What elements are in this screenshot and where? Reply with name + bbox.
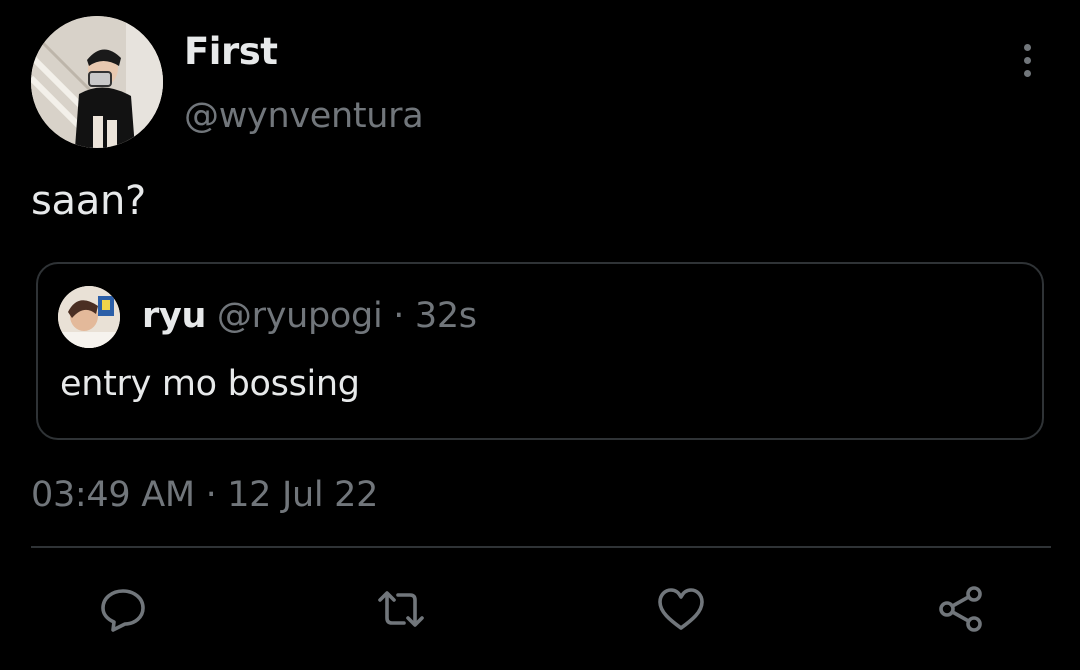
more-dot-icon <box>1024 44 1031 51</box>
tweet-time: 03:49 AM <box>31 475 195 515</box>
author-avatar[interactable] <box>31 16 163 148</box>
like-button[interactable] <box>656 584 706 634</box>
timestamp-separator: · <box>205 475 217 515</box>
quoted-tweet-card[interactable]: ryu @ryupogi · 32s entry mo bossing <box>36 262 1044 440</box>
quoted-author-avatar[interactable] <box>58 286 120 348</box>
quoted-author-name[interactable]: ryu <box>142 296 206 336</box>
quoted-tweet-header: ryu @ryupogi · 32s <box>142 296 477 336</box>
author-handle[interactable]: @wynventura <box>184 96 424 136</box>
tweet-timestamp: 03:49 AM · 12 Jul 22 <box>31 475 378 515</box>
reply-button[interactable] <box>98 584 148 634</box>
more-options-button[interactable] <box>1010 40 1046 80</box>
quoted-separator: · <box>393 296 405 336</box>
more-dot-icon <box>1024 57 1031 64</box>
divider <box>31 546 1051 548</box>
retweet-icon <box>378 591 424 627</box>
more-dot-icon <box>1024 70 1031 77</box>
tweet-text: saan? <box>31 178 146 224</box>
share-icon <box>939 586 982 632</box>
like-icon <box>658 588 704 630</box>
author-display-name[interactable]: First <box>184 30 278 73</box>
quoted-author-handle[interactable]: @ryupogi <box>217 296 383 336</box>
retweet-button[interactable] <box>376 584 426 634</box>
quoted-tweet-text: entry mo bossing <box>60 364 360 404</box>
tweet-date: 12 Jul 22 <box>227 475 379 515</box>
share-button[interactable] <box>936 584 986 634</box>
quoted-time: 32s <box>414 296 477 336</box>
reply-icon <box>101 589 145 632</box>
